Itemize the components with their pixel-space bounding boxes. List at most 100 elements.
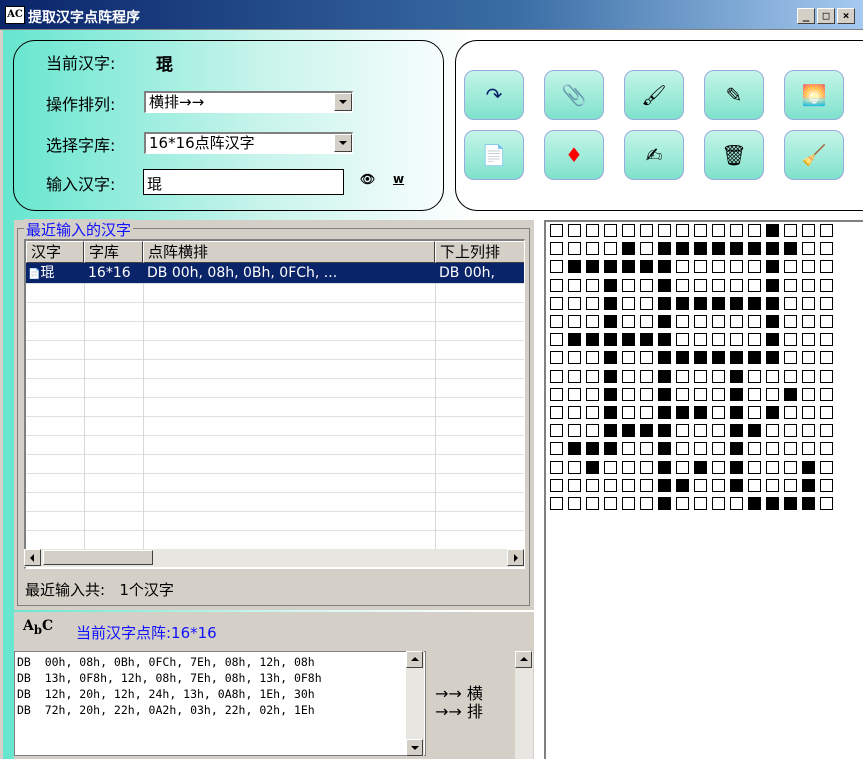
matrix-cell[interactable] bbox=[622, 497, 635, 510]
matrix-cell[interactable] bbox=[820, 296, 833, 310]
matrix-cell[interactable] bbox=[550, 478, 563, 492]
column-header-char[interactable]: 汉字 bbox=[26, 241, 84, 263]
matrix-cell[interactable] bbox=[586, 460, 599, 474]
matrix-cell[interactable] bbox=[802, 406, 815, 419]
matrix-cell[interactable] bbox=[748, 424, 761, 438]
matrix-cell[interactable] bbox=[730, 296, 743, 310]
matrix-cell[interactable] bbox=[748, 497, 761, 510]
matrix-cell[interactable] bbox=[730, 424, 743, 438]
matrix-cell[interactable] bbox=[820, 424, 833, 438]
matrix-cell[interactable] bbox=[568, 406, 581, 419]
matrix-cell[interactable] bbox=[784, 497, 797, 510]
matrix-cell[interactable] bbox=[802, 442, 815, 456]
matrix-cell[interactable] bbox=[658, 224, 671, 237]
write-button[interactable]: ✍ bbox=[624, 130, 684, 180]
matrix-cell[interactable] bbox=[586, 242, 599, 256]
matrix-cell[interactable] bbox=[766, 333, 779, 347]
matrix-cell[interactable] bbox=[712, 333, 725, 347]
matrix-cell[interactable] bbox=[658, 478, 671, 492]
close-button[interactable]: × bbox=[837, 8, 855, 24]
matrix-cell[interactable] bbox=[802, 424, 815, 438]
matrix-cell[interactable] bbox=[802, 478, 815, 492]
matrix-cell[interactable] bbox=[676, 424, 689, 438]
matrix-cell[interactable] bbox=[712, 315, 725, 328]
matrix-cell[interactable] bbox=[586, 296, 599, 310]
matrix-cell[interactable] bbox=[586, 424, 599, 438]
matrix-cell[interactable] bbox=[748, 478, 761, 492]
matrix-cell[interactable] bbox=[640, 406, 653, 419]
matrix-cell[interactable] bbox=[748, 242, 761, 256]
matrix-cell[interactable] bbox=[694, 315, 707, 328]
matrix-cell[interactable] bbox=[550, 460, 563, 474]
matrix-cell[interactable] bbox=[766, 387, 779, 401]
matrix-cell[interactable] bbox=[784, 460, 797, 474]
matrix-cell[interactable] bbox=[694, 224, 707, 237]
matrix-cell[interactable] bbox=[550, 351, 563, 365]
matrix-cell[interactable] bbox=[640, 369, 653, 383]
matrix-cell[interactable] bbox=[766, 478, 779, 492]
matrix-cell[interactable] bbox=[568, 278, 581, 292]
matrix-cell[interactable] bbox=[766, 278, 779, 292]
matrix-cell[interactable] bbox=[730, 497, 743, 510]
direction-scrollbar[interactable] bbox=[515, 651, 533, 759]
order-select[interactable]: 横排→→ bbox=[144, 91, 353, 113]
matrix-cell[interactable] bbox=[550, 369, 563, 383]
matrix-cell[interactable] bbox=[694, 351, 707, 365]
matrix-cell[interactable] bbox=[658, 369, 671, 383]
matrix-cell[interactable] bbox=[604, 278, 617, 292]
matrix-cell[interactable] bbox=[802, 260, 815, 274]
binoculars-icon[interactable]: 👁 bbox=[360, 172, 375, 186]
matrix-cell[interactable] bbox=[586, 387, 599, 401]
matrix-cell[interactable] bbox=[586, 442, 599, 456]
matrix-cell[interactable] bbox=[622, 278, 635, 292]
matrix-cell[interactable] bbox=[820, 442, 833, 456]
matrix-cell[interactable] bbox=[604, 260, 617, 274]
matrix-cell[interactable] bbox=[766, 460, 779, 474]
matrix-cell[interactable] bbox=[748, 224, 761, 237]
matrix-cell[interactable] bbox=[550, 224, 563, 237]
matrix-cell[interactable] bbox=[622, 406, 635, 419]
matrix-cell[interactable] bbox=[766, 224, 779, 237]
paint-button[interactable]: 🖌 bbox=[624, 70, 684, 120]
matrix-cell[interactable] bbox=[550, 260, 563, 274]
matrix-cell[interactable] bbox=[730, 224, 743, 237]
chevron-down-icon[interactable] bbox=[334, 93, 352, 111]
scroll-up-button[interactable] bbox=[406, 651, 423, 668]
matrix-cell[interactable] bbox=[640, 224, 653, 237]
matrix-cell[interactable] bbox=[676, 242, 689, 256]
matrix-cell[interactable] bbox=[658, 351, 671, 365]
matrix-cell[interactable] bbox=[658, 278, 671, 292]
clear-button[interactable]: 🧹 bbox=[784, 130, 844, 180]
matrix-cell[interactable] bbox=[676, 260, 689, 274]
matrix-cell[interactable] bbox=[640, 478, 653, 492]
matrix-cell[interactable] bbox=[586, 351, 599, 365]
matrix-cell[interactable] bbox=[622, 369, 635, 383]
minimize-button[interactable]: _ bbox=[797, 8, 815, 24]
matrix-cell[interactable] bbox=[802, 278, 815, 292]
matrix-cell[interactable] bbox=[712, 497, 725, 510]
matrix-cell[interactable] bbox=[676, 387, 689, 401]
matrix-cell[interactable] bbox=[676, 460, 689, 474]
matrix-cell[interactable] bbox=[676, 333, 689, 347]
matrix-cell[interactable] bbox=[622, 351, 635, 365]
column-header-horiz[interactable]: 点阵横排 bbox=[143, 241, 435, 263]
matrix-cell[interactable] bbox=[802, 369, 815, 383]
matrix-cell[interactable] bbox=[712, 242, 725, 256]
matrix-cell[interactable] bbox=[568, 224, 581, 237]
matrix-cell[interactable] bbox=[784, 369, 797, 383]
paperclip-button[interactable]: 📎 bbox=[544, 70, 604, 120]
matrix-cell[interactable] bbox=[640, 351, 653, 365]
matrix-cell[interactable] bbox=[658, 387, 671, 401]
matrix-cell[interactable] bbox=[802, 296, 815, 310]
matrix-cell[interactable] bbox=[622, 442, 635, 456]
matrix-cell[interactable] bbox=[784, 315, 797, 328]
matrix-cell[interactable] bbox=[766, 315, 779, 328]
matrix-cell[interactable] bbox=[586, 278, 599, 292]
matrix-cell[interactable] bbox=[784, 224, 797, 237]
matrix-cell[interactable] bbox=[658, 333, 671, 347]
matrix-cell[interactable] bbox=[658, 296, 671, 310]
scroll-left-button[interactable] bbox=[24, 549, 41, 566]
matrix-cell[interactable] bbox=[676, 497, 689, 510]
matrix-cell[interactable] bbox=[712, 478, 725, 492]
matrix-cell[interactable] bbox=[766, 296, 779, 310]
